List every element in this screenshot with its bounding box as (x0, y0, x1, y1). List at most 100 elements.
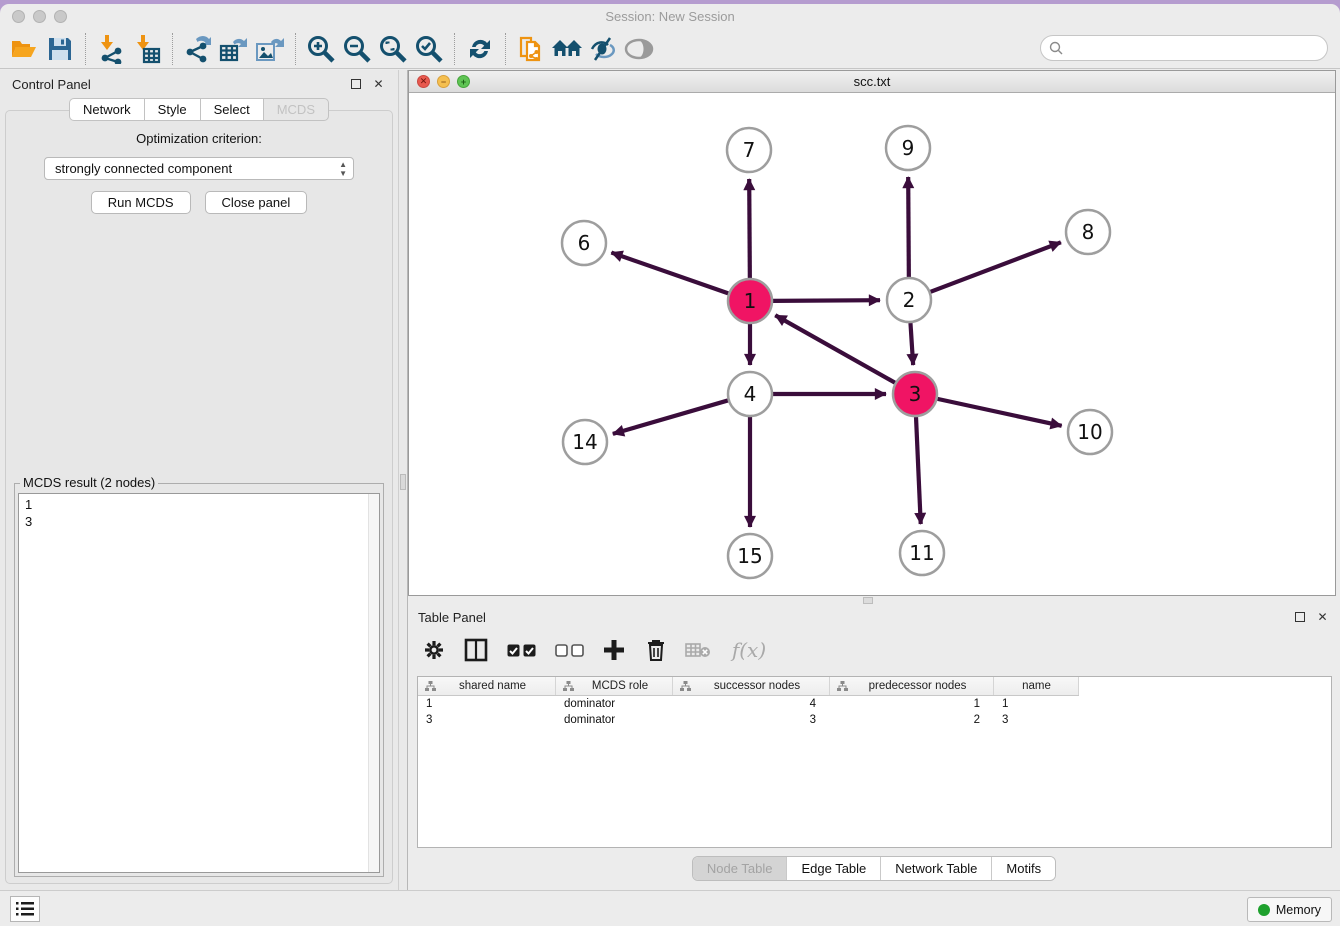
node-7[interactable]: 7 (727, 128, 771, 172)
node-2[interactable]: 2 (887, 278, 931, 322)
edge-3-1[interactable] (775, 315, 895, 382)
column-header-successor-nodes[interactable]: successor nodes (673, 677, 830, 695)
column-header-name[interactable]: name (994, 677, 1079, 695)
criterion-dropdown[interactable]: strongly connected component ▲▼ (44, 157, 354, 180)
function-builder-icon[interactable]: f(x) (726, 636, 772, 664)
add-column-icon[interactable] (600, 636, 628, 664)
horizontal-splitter-handle[interactable] (863, 597, 873, 604)
export-network-icon[interactable] (180, 32, 216, 66)
network-canvas[interactable]: 7 9 6 8 1 2 4 3 14 10 15 11 (409, 93, 1335, 595)
export-image-icon[interactable] (252, 32, 288, 66)
network-zoom-button[interactable]: + (457, 75, 470, 88)
table-row[interactable]: 1dominator411 (418, 696, 1331, 712)
splitter-handle[interactable] (400, 474, 406, 490)
table-float-icon[interactable] (1292, 610, 1307, 625)
run-mcds-button[interactable]: Run MCDS (91, 191, 191, 214)
edge-2-9[interactable] (908, 177, 909, 277)
delete-columns-icon[interactable] (642, 636, 670, 664)
zoom-selected-icon[interactable] (411, 32, 447, 66)
svg-text:3: 3 (909, 382, 922, 406)
edge-2-3[interactable] (910, 323, 913, 365)
table-tab-motifs[interactable]: Motifs (992, 857, 1055, 880)
cell-MCDS-role[interactable]: dominator (556, 714, 673, 726)
zoom-out-icon[interactable] (339, 32, 375, 66)
node-10[interactable]: 10 (1068, 410, 1112, 454)
node-15[interactable]: 15 (728, 534, 772, 578)
network-close-button[interactable]: ✕ (417, 75, 430, 88)
optimization-criterion-label: Optimization criterion: (6, 131, 392, 146)
edge-3-10[interactable] (937, 399, 1061, 426)
cell-name[interactable]: 3 (994, 714, 1079, 726)
cell-successor-nodes[interactable]: 4 (673, 698, 830, 710)
export-table-icon[interactable] (216, 32, 252, 66)
mcds-result-text[interactable]: 1 3 (18, 493, 380, 873)
edge-1-6[interactable] (611, 253, 728, 294)
node-4[interactable]: 4 (728, 372, 772, 416)
control-tab-select[interactable]: Select (200, 98, 263, 121)
search-input[interactable] (1040, 35, 1328, 61)
edge-1-7[interactable] (749, 179, 750, 278)
memory-button[interactable]: Memory (1247, 897, 1332, 922)
unselect-all-columns-icon[interactable] (552, 636, 586, 664)
cell-name[interactable]: 1 (994, 698, 1079, 710)
open-file-icon[interactable] (6, 32, 42, 66)
birds-eye-view-icon[interactable] (621, 32, 657, 66)
node-9[interactable]: 9 (886, 126, 930, 170)
node-table[interactable]: shared nameMCDS rolesuccessor nodesprede… (417, 676, 1332, 848)
import-network-icon[interactable] (93, 32, 129, 66)
svg-text:9: 9 (902, 136, 915, 160)
cell-shared-name[interactable]: 3 (418, 714, 556, 726)
table-options-gear-icon[interactable] (420, 636, 448, 664)
column-header-shared-name[interactable]: shared name (418, 677, 556, 695)
network-minimize-button[interactable]: − (437, 75, 450, 88)
delete-table-icon[interactable] (684, 636, 712, 664)
clone-network-icon[interactable] (513, 32, 549, 66)
refresh-layout-icon[interactable] (462, 32, 498, 66)
toolbar-separator (505, 33, 506, 65)
node-3[interactable]: 3 (893, 372, 937, 416)
status-bar: Memory (0, 890, 1340, 926)
cell-successor-nodes[interactable]: 3 (673, 714, 830, 726)
table-close-icon[interactable]: ✕ (1315, 610, 1330, 625)
cell-predecessor-nodes[interactable]: 1 (830, 698, 994, 710)
result-scrollbar[interactable] (368, 494, 379, 872)
table-tabs: Node TableEdge TableNetwork TableMotifs (692, 856, 1056, 881)
edge-3-11[interactable] (916, 417, 921, 524)
column-header-MCDS-role[interactable]: MCDS role (556, 677, 673, 695)
home-icon[interactable] (549, 32, 585, 66)
task-history-button[interactable] (10, 896, 40, 922)
control-tab-style[interactable]: Style (144, 98, 200, 121)
toolbar-separator (295, 33, 296, 65)
edge-1-2[interactable] (773, 300, 880, 301)
zoom-fit-icon[interactable] (375, 32, 411, 66)
edge-2-8[interactable] (931, 242, 1061, 292)
table-tab-network-table[interactable]: Network Table (881, 857, 992, 880)
zoom-in-icon[interactable] (303, 32, 339, 66)
node-14[interactable]: 14 (563, 420, 607, 464)
select-all-columns-icon[interactable] (504, 636, 538, 664)
edge-4-14[interactable] (613, 400, 728, 433)
cell-MCDS-role[interactable]: dominator (556, 698, 673, 710)
import-table-icon[interactable] (129, 32, 165, 66)
node-6[interactable]: 6 (562, 221, 606, 265)
close-panel-icon[interactable]: ✕ (371, 77, 386, 92)
control-tab-network[interactable]: Network (69, 98, 144, 121)
criterion-value: strongly connected component (55, 161, 232, 176)
cell-predecessor-nodes[interactable]: 2 (830, 714, 994, 726)
show-columns-icon[interactable] (462, 636, 490, 664)
node-1[interactable]: 1 (728, 279, 772, 323)
table-tab-edge-table[interactable]: Edge Table (787, 857, 881, 880)
table-row[interactable]: 3dominator323 (418, 712, 1331, 728)
save-session-icon[interactable] (42, 32, 78, 66)
float-panel-icon[interactable] (348, 77, 363, 92)
cell-shared-name[interactable]: 1 (418, 698, 556, 710)
toggle-graphics-details-icon[interactable] (585, 32, 621, 66)
node-8[interactable]: 8 (1066, 210, 1110, 254)
table-tab-node-table[interactable]: Node Table (693, 857, 788, 880)
control-tab-mcds[interactable]: MCDS (263, 98, 329, 121)
table-toolbar: f(x) (408, 630, 1340, 670)
node-11[interactable]: 11 (900, 531, 944, 575)
vertical-splitter[interactable] (398, 70, 408, 890)
column-header-predecessor-nodes[interactable]: predecessor nodes (830, 677, 994, 695)
close-panel-button[interactable]: Close panel (205, 191, 308, 214)
